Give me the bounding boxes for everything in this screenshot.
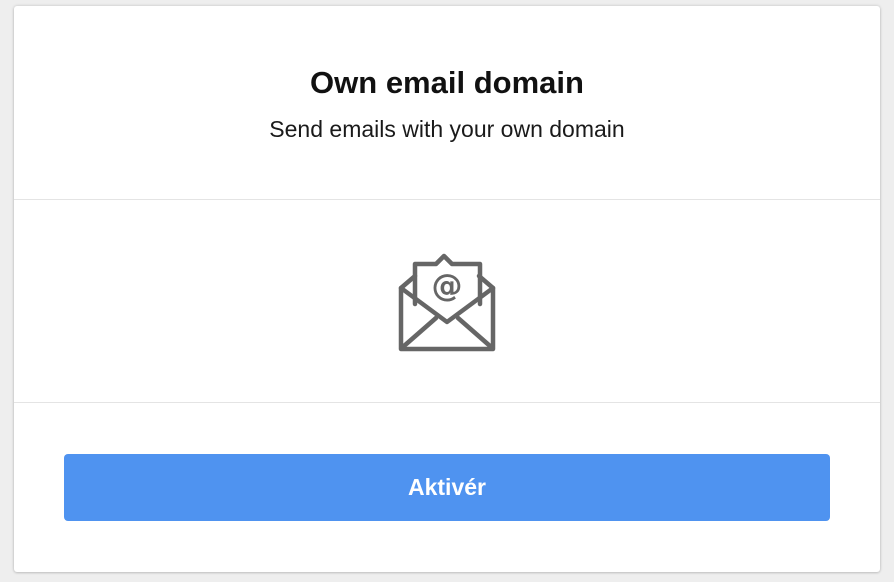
card-title: Own email domain [310,65,584,100]
card-header: Own email domain Send emails with your o… [14,6,880,200]
email-domain-card: Own email domain Send emails with your o… [14,6,880,572]
icon-section: @ [14,200,880,403]
activate-button[interactable]: Aktivér [64,454,830,521]
envelope-at-icon: @ [398,253,496,352]
card-subtitle: Send emails with your own domain [269,116,625,142]
svg-text:@: @ [432,268,463,304]
